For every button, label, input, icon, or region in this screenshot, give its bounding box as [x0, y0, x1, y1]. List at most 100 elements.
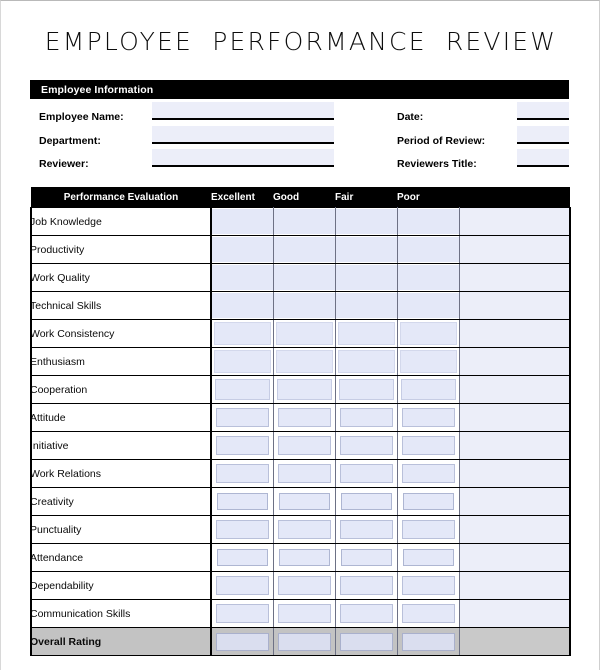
rating-cell-good[interactable]: [273, 403, 336, 432]
notes-cell[interactable]: [459, 515, 571, 544]
rating-cell-fair[interactable]: [335, 571, 398, 600]
reviewers-title-field[interactable]: [517, 149, 569, 167]
rating-checkbox-poor[interactable]: [402, 493, 454, 510]
notes-cell[interactable]: [459, 571, 571, 600]
rating-checkbox-poor[interactable]: [400, 379, 456, 400]
date-field[interactable]: [517, 102, 569, 120]
rating-checkbox-poor[interactable]: [401, 632, 455, 651]
rating-cell-fair[interactable]: [335, 515, 398, 544]
rating-checkbox-good[interactable]: [277, 520, 331, 539]
rating-cell-excellent[interactable]: [211, 599, 274, 628]
rating-checkbox-fair[interactable]: [337, 350, 395, 373]
rating-cell-excellent[interactable]: [211, 515, 274, 544]
rating-checkbox-excellent[interactable]: [216, 436, 269, 455]
rating-checkbox-poor[interactable]: [399, 350, 457, 373]
rating-cell-fair[interactable]: [335, 235, 398, 264]
rating-checkbox-fair[interactable]: [339, 604, 393, 623]
rating-checkbox-good[interactable]: [273, 293, 335, 318]
rating-checkbox-poor[interactable]: [402, 549, 454, 566]
rating-cell-good[interactable]: [273, 319, 336, 348]
rating-checkbox-good[interactable]: [276, 379, 332, 400]
rating-cell-excellent[interactable]: [211, 459, 274, 488]
rating-cell-poor[interactable]: [397, 431, 460, 460]
rating-cell-good[interactable]: [273, 431, 336, 460]
rating-checkbox-poor[interactable]: [397, 265, 459, 290]
rating-cell-fair[interactable]: [335, 543, 398, 572]
rating-cell-fair[interactable]: [335, 375, 398, 404]
rating-checkbox-excellent[interactable]: [216, 520, 269, 539]
rating-cell-fair[interactable]: [335, 263, 398, 292]
rating-checkbox-good[interactable]: [275, 350, 333, 373]
rating-checkbox-good[interactable]: [275, 322, 333, 345]
rating-cell-excellent[interactable]: [211, 347, 274, 376]
rating-cell-good[interactable]: [273, 347, 336, 376]
notes-cell[interactable]: [459, 375, 571, 404]
rating-checkbox-fair[interactable]: [339, 436, 393, 455]
rating-checkbox-good[interactable]: [277, 632, 331, 651]
rating-cell-fair[interactable]: [335, 459, 398, 488]
rating-checkbox-excellent[interactable]: [216, 464, 269, 483]
rating-checkbox-fair[interactable]: [339, 408, 393, 427]
rating-cell-good[interactable]: [273, 291, 336, 320]
notes-cell[interactable]: [459, 599, 571, 628]
rating-checkbox-fair[interactable]: [339, 576, 393, 595]
rating-cell-poor[interactable]: [397, 487, 460, 516]
rating-checkbox-poor[interactable]: [397, 237, 459, 262]
rating-cell-poor[interactable]: [397, 627, 460, 656]
rating-cell-fair[interactable]: [335, 599, 398, 628]
rating-cell-good[interactable]: [273, 487, 336, 516]
rating-checkbox-fair[interactable]: [339, 632, 393, 651]
rating-cell-good[interactable]: [273, 543, 336, 572]
rating-cell-excellent[interactable]: [211, 403, 274, 432]
rating-checkbox-excellent[interactable]: [216, 632, 269, 651]
rating-checkbox-poor[interactable]: [401, 436, 455, 455]
rating-checkbox-fair[interactable]: [338, 379, 394, 400]
notes-cell[interactable]: [459, 543, 571, 572]
rating-checkbox-excellent[interactable]: [214, 350, 271, 373]
rating-cell-poor[interactable]: [397, 403, 460, 432]
rating-cell-poor[interactable]: [397, 571, 460, 600]
notes-cell[interactable]: [459, 487, 571, 516]
rating-checkbox-fair[interactable]: [337, 322, 395, 345]
rating-checkbox-good[interactable]: [277, 576, 331, 595]
rating-cell-poor[interactable]: [397, 375, 460, 404]
notes-cell[interactable]: [459, 403, 571, 432]
rating-checkbox-excellent[interactable]: [214, 322, 271, 345]
rating-checkbox-excellent[interactable]: [212, 265, 273, 290]
rating-checkbox-good[interactable]: [273, 265, 335, 290]
rating-cell-poor[interactable]: [397, 263, 460, 292]
rating-checkbox-poor[interactable]: [397, 209, 459, 234]
rating-checkbox-poor[interactable]: [401, 604, 455, 623]
notes-cell[interactable]: [459, 459, 571, 488]
rating-cell-good[interactable]: [273, 459, 336, 488]
rating-checkbox-good[interactable]: [277, 408, 331, 427]
rating-checkbox-fair[interactable]: [335, 237, 397, 262]
rating-checkbox-good[interactable]: [277, 464, 331, 483]
notes-cell[interactable]: [459, 319, 571, 348]
rating-checkbox-poor[interactable]: [401, 408, 455, 427]
rating-checkbox-fair[interactable]: [339, 464, 393, 483]
rating-cell-good[interactable]: [273, 571, 336, 600]
period-of-review-field[interactable]: [517, 126, 569, 144]
rating-cell-good[interactable]: [273, 207, 336, 236]
rating-checkbox-fair[interactable]: [340, 549, 392, 566]
rating-checkbox-fair[interactable]: [335, 293, 397, 318]
rating-checkbox-excellent[interactable]: [215, 379, 270, 400]
notes-cell[interactable]: [459, 347, 571, 376]
rating-cell-poor[interactable]: [397, 207, 460, 236]
rating-cell-poor[interactable]: [397, 459, 460, 488]
rating-cell-fair[interactable]: [335, 431, 398, 460]
rating-checkbox-fair[interactable]: [339, 520, 393, 539]
rating-cell-excellent[interactable]: [211, 571, 274, 600]
notes-cell[interactable]: [459, 235, 571, 264]
rating-checkbox-good[interactable]: [273, 209, 335, 234]
rating-cell-poor[interactable]: [397, 319, 460, 348]
rating-cell-excellent[interactable]: [211, 235, 274, 264]
rating-checkbox-fair[interactable]: [335, 209, 397, 234]
reviewer-field[interactable]: [152, 149, 334, 167]
rating-cell-fair[interactable]: [335, 487, 398, 516]
rating-checkbox-good[interactable]: [273, 237, 335, 262]
rating-cell-good[interactable]: [273, 599, 336, 628]
rating-cell-excellent[interactable]: [211, 291, 274, 320]
rating-cell-excellent[interactable]: [211, 319, 274, 348]
